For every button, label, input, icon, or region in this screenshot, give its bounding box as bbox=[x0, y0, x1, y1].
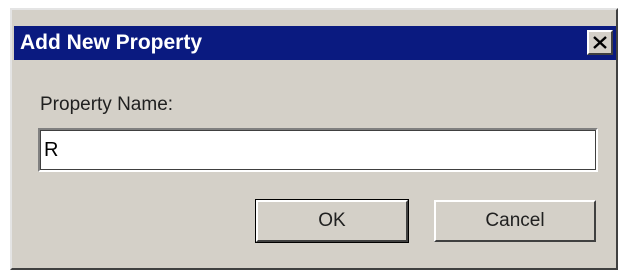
property-name-input[interactable]: R bbox=[38, 128, 598, 172]
title-bar[interactable]: Add New Property bbox=[14, 26, 616, 60]
close-icon bbox=[593, 36, 607, 49]
close-button[interactable] bbox=[587, 30, 613, 55]
ok-button[interactable]: OK bbox=[255, 199, 409, 243]
cancel-button[interactable]: Cancel bbox=[434, 200, 596, 242]
property-name-label: Property Name: bbox=[40, 94, 174, 115]
dialog-title: Add New Property bbox=[20, 31, 203, 54]
add-new-property-dialog: Add New Property Property Name: R OK Can… bbox=[10, 8, 618, 270]
